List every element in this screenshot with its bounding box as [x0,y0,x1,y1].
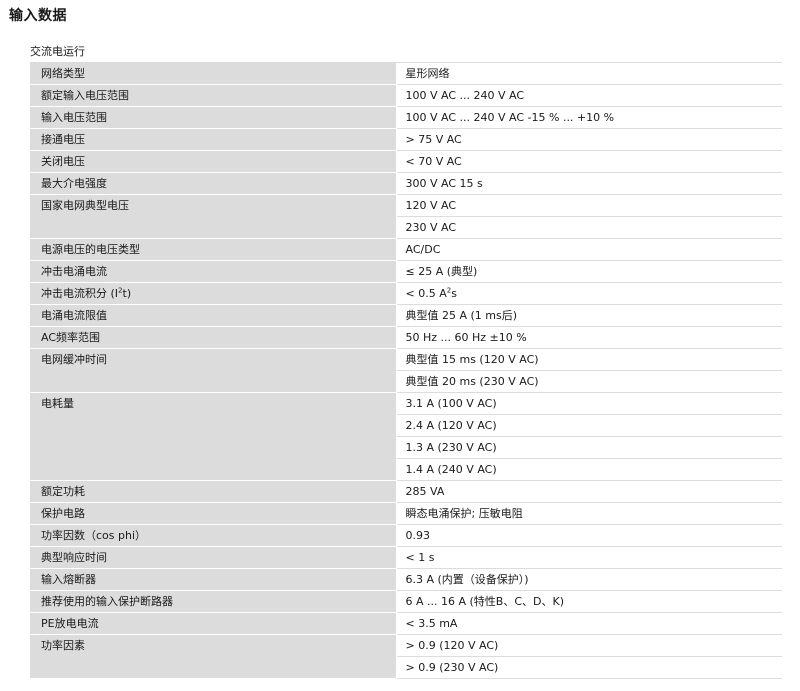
spec-label: 电涌电流限值 [30,304,397,327]
text-part: s [451,287,457,300]
spec-value: 典型值 25 A (1 ms后) [396,304,782,327]
table-row: 冲击电涌电流 ≤ 25 A (典型) [30,260,782,283]
table-row: 网络类型 星形网络 [30,63,782,85]
spec-label: 额定功耗 [30,480,397,503]
table-row: 额定功耗 285 VA [30,480,782,503]
spec-value: 3.1 A (100 V AC) [396,392,782,415]
spec-label: 典型响应时间 [30,546,397,569]
table-row: 电源电压的电压类型 AC/DC [30,238,782,261]
text-part: < 0.5 A [405,287,447,300]
table-row: 冲击电流积分 (I2t) < 0.5 A2s [30,282,782,305]
spec-value: 100 V AC ... 240 V AC [396,84,782,107]
table-row: 额定输入电压范围 100 V AC ... 240 V AC [30,84,782,107]
spec-value: 285 VA [396,480,782,503]
spec-label: 网络类型 [30,63,397,85]
spec-label: PE放电电流 [30,612,397,635]
spec-label: 电网缓冲时间 [30,348,397,393]
spec-label: 电耗量 [30,392,397,481]
spec-label: 输入电压范围 [30,106,397,129]
table-row: AC频率范围 50 Hz ... 60 Hz ±10 % [30,326,782,349]
spec-table-body: 网络类型 星形网络 额定输入电压范围 100 V AC ... 240 V AC 输入电… [30,63,782,679]
spec-value: < 70 V AC [396,150,782,173]
spec-label: AC频率范围 [30,326,397,349]
spec-value: < 1 s [396,546,782,569]
spec-label: 输入熔断器 [30,568,397,591]
table-row: 输入电压范围 100 V AC ... 240 V AC -15 % ... +1… [30,106,782,129]
spec-value: > 0.9 (230 V AC) [396,656,782,679]
spec-value: > 75 V AC [396,128,782,151]
spec-label: 功率因素 [30,634,397,679]
spec-value: 1.3 A (230 V AC) [396,436,782,459]
spec-label: 国家电网典型电压 [30,194,397,239]
spec-label: 电源电压的电压类型 [30,238,397,261]
spec-label: 关闭电压 [30,150,397,173]
input-data-spec-table: 网络类型 星形网络 额定输入电压范围 100 V AC ... 240 V AC 输入电… [30,63,782,679]
spec-label: 冲击电流积分 (I2t) [30,282,397,305]
table-row: 电网缓冲时间 典型值 15 ms (120 V AC) [30,348,782,393]
spec-value: 0.93 [396,524,782,547]
spec-value: 6.3 A (内置（设备保护）) [396,568,782,591]
table-row: 电耗量 3.1 A (100 V AC) [30,392,782,481]
spec-label: 推荐使用的输入保护断路器 [30,590,397,613]
spec-label: 额定输入电压范围 [30,84,397,107]
spec-value: 230 V AC [396,216,782,239]
spec-value: AC/DC [396,238,782,261]
spec-value: 6 A ... 16 A (特性B、C、D、K) [396,590,782,613]
spec-value: 2.4 A (120 V AC) [396,414,782,437]
spec-label: 接通电压 [30,128,397,151]
spec-value: < 3.5 mA [396,612,782,635]
table-row: 输入熔断器 6.3 A (内置（设备保护）) [30,568,782,591]
spec-label: 冲击电涌电流 [30,260,397,283]
table-row: 电涌电流限值 典型值 25 A (1 ms后) [30,304,782,327]
spec-value: 1.4 A (240 V AC) [396,458,782,481]
spec-value: 100 V AC ... 240 V AC -15 % ... +10 % [396,106,782,129]
table-row: 国家电网典型电压 120 V AC [30,194,782,239]
table-row: 关闭电压 < 70 V AC [30,150,782,173]
spec-value: 300 V AC 15 s [396,172,782,195]
spec-value: 50 Hz ... 60 Hz ±10 % [396,326,782,349]
spec-value: 典型值 20 ms (230 V AC) [396,370,782,393]
spec-value: 120 V AC [396,194,782,217]
spec-value: > 0.9 (120 V AC) [396,634,782,657]
spec-value: 典型值 15 ms (120 V AC) [396,348,782,371]
spec-label: 功率因数（cos phi） [30,524,397,547]
spec-value: 星形网络 [396,63,782,85]
spec-value: 瞬态电涌保护; 压敏电阻 [396,502,782,525]
spec-value: ≤ 25 A (典型) [396,260,782,283]
table-row: 功率因素 > 0.9 (120 V AC) [30,634,782,679]
spec-label: 最大介电强度 [30,172,397,195]
text-part: t) [122,287,132,300]
page-title: 输入数据 [9,8,67,24]
text-part: 冲击电流积分 (I [41,287,119,300]
spec-label: 保护电路 [30,502,397,525]
table-row: 接通电压 > 75 V AC [30,128,782,151]
table-row: 功率因数（cos phi） 0.93 [30,524,782,547]
table-row: 典型响应时间 < 1 s [30,546,782,569]
section-title: 交流电运行 [30,45,85,58]
table-row: 保护电路 瞬态电涌保护; 压敏电阻 [30,502,782,525]
table-row: 最大介电强度 300 V AC 15 s [30,172,782,195]
spec-value: < 0.5 A2s [396,282,782,305]
table-row: PE放电电流 < 3.5 mA [30,612,782,635]
table-row: 推荐使用的输入保护断路器 6 A ... 16 A (特性B、C、D、K) [30,590,782,613]
